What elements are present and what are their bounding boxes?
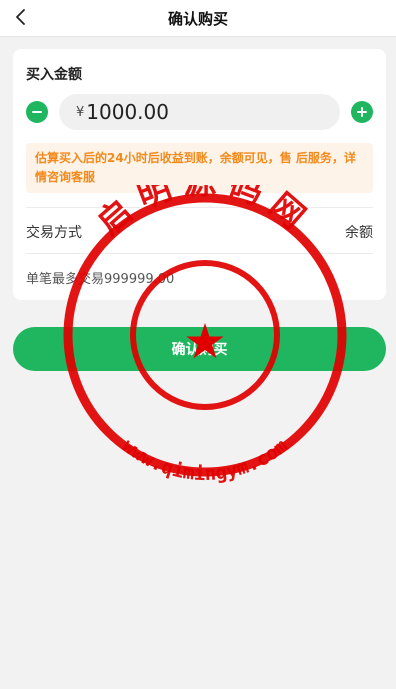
amount-field[interactable]: ¥ [59, 94, 340, 130]
currency-symbol: ¥ [76, 104, 85, 120]
decrease-amount-button[interactable] [26, 101, 48, 123]
payment-method-value[interactable]: 余额 [345, 222, 373, 242]
amount-section-title: 买入金额 [26, 67, 82, 83]
increase-amount-button[interactable] [351, 101, 373, 123]
notice-text: 估算买入后的24小时后收益到账，余额可见，售 后服务，详情咨询客服 [35, 151, 356, 184]
confirm-purchase-button[interactable]: 确认购买 [13, 327, 386, 371]
earnings-notice: 估算买入后的24小时后收益到账，余额可见，售 后服务，详情咨询客服 [26, 143, 373, 193]
divider [26, 253, 373, 254]
top-navigation-bar: 确认购买 [0, 0, 396, 37]
divider [26, 207, 373, 208]
minus-icon [32, 111, 42, 113]
plus-icon [357, 107, 367, 117]
amount-input[interactable] [84, 100, 307, 124]
page-title: 确认购买 [167, 10, 228, 28]
watermark-bottom-text: www.qimingym.com [118, 435, 292, 485]
payment-method-label: 交易方式 [26, 225, 82, 241]
transaction-limit-text: 单笔最多交易999999.00 [26, 272, 175, 287]
purchase-card: 买入金额 ¥ 估算买入后的24小时后收益到账，余额可见，售 后服务，详情咨询客服… [13, 49, 386, 300]
